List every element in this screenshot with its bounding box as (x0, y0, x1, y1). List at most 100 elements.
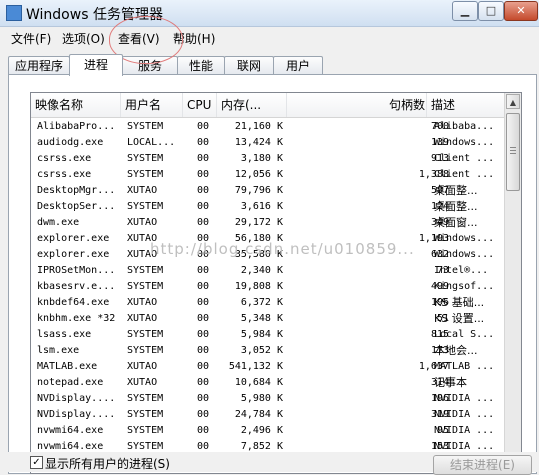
tab-applications[interactable]: 应用程序 (8, 56, 70, 75)
maximize-button[interactable]: □ (478, 1, 504, 21)
process-user: SYSTEM (127, 265, 164, 276)
process-row[interactable]: lsm.exe SYSTEM 00 3,052 K 173 本地会... (31, 343, 506, 359)
process-image-name: nvwmi64.exe (37, 425, 104, 436)
process-user: SYSTEM (127, 329, 164, 340)
process-memory: 35,580 K (234, 249, 283, 260)
process-user: SYSTEM (127, 121, 164, 132)
process-cpu: 00 (196, 393, 210, 404)
process-memory: 2,340 K (240, 265, 283, 276)
process-image-name: explorer.exe (37, 233, 110, 244)
process-cpu: 00 (196, 409, 210, 420)
process-description: NVIDIA ... (434, 409, 495, 420)
menu-options[interactable]: 选项(O) (62, 30, 105, 47)
process-description: Windows... (434, 233, 495, 244)
show-all-users-label[interactable]: 显示所有用户的进程(S) (45, 455, 170, 472)
column-cpu[interactable]: CPU (183, 93, 217, 117)
process-cpu: 00 (196, 377, 210, 388)
process-image-name: DesktopSer... (37, 201, 116, 212)
tab-performance[interactable]: 性能 (177, 56, 225, 75)
process-row[interactable]: NVDisplay.... SYSTEM 00 5,980 K 196 NVIDIA ..… (31, 391, 506, 407)
vertical-scrollbar[interactable]: ▲ ▼ (504, 93, 521, 473)
process-row[interactable]: nvwmi64.exe SYSTEM 00 2,496 K 95 NVIDIA ... (31, 423, 506, 439)
process-user: XUTAO (127, 313, 158, 324)
process-user: XUTAO (127, 249, 158, 260)
process-image-name: dwm.exe (37, 217, 80, 228)
process-memory: 12,056 K (234, 169, 283, 180)
window-title: Windows 任务管理器 (26, 7, 163, 23)
process-cpu: 00 (196, 281, 210, 292)
title-bar: Windows 任务管理器 ▁ □ ✕ (0, 0, 539, 27)
process-rows: AlibabaPro... SYSTEM 00 21,160 K 700 Alibaba.… (31, 119, 506, 455)
process-row[interactable]: kbasesrv.e... SYSTEM 00 19,808 K 499 Kingsof.… (31, 279, 506, 295)
process-memory: 19,808 K (234, 281, 283, 292)
process-row[interactable]: knbhm.exe *32 XUTAO 00 5,348 K 51 KS 设置... (31, 311, 506, 327)
menu-help[interactable]: 帮助(H) (173, 30, 215, 47)
menu-view[interactable]: 查看(V) (118, 30, 160, 47)
column-user-name[interactable]: 用户名 (121, 93, 183, 117)
process-row[interactable]: MATLAB.exe XUTAO 00 541,132 K 1,637 MATLAB ..… (31, 359, 506, 375)
process-description: KS 设置... (434, 312, 485, 325)
process-user: XUTAO (127, 185, 158, 196)
column-description[interactable]: 描述 (427, 93, 506, 117)
process-description: 桌面整... (434, 184, 478, 197)
process-row[interactable]: dwm.exe XUTAO 00 29,172 K 349 桌面窗... (31, 215, 506, 231)
show-all-users-checkbox[interactable]: ✓ (30, 456, 43, 469)
process-row[interactable]: explorer.exe XUTAO 00 35,580 K 632 Windows... (31, 247, 506, 263)
minimize-button[interactable]: ▁ (452, 1, 478, 21)
process-row[interactable]: DesktopSer... SYSTEM 00 3,616 K 124 桌面整... (31, 199, 506, 215)
process-row[interactable]: explorer.exe XUTAO 00 56,180 K 1,193 Windows.… (31, 231, 506, 247)
process-cpu: 00 (196, 121, 210, 132)
column-image-name[interactable]: 映像名称 (31, 93, 121, 117)
process-cpu: 00 (196, 361, 210, 372)
tab-services[interactable]: 服务 (122, 56, 178, 75)
process-row[interactable]: AlibabaPro... SYSTEM 00 21,160 K 700 Alibaba.… (31, 119, 506, 135)
process-description: NVIDIA ... (434, 425, 495, 436)
process-row[interactable]: DesktopMgr... XUTAO 00 79,796 K 587 桌面整... (31, 183, 506, 199)
process-user: XUTAO (127, 377, 158, 388)
process-image-name: kbasesrv.e... (37, 281, 116, 292)
process-image-name: DesktopMgr... (37, 185, 116, 196)
process-cpu: 00 (196, 233, 210, 244)
scroll-up-arrow-icon[interactable]: ▲ (506, 94, 520, 109)
process-memory: 2,496 K (240, 425, 283, 436)
process-cpu: 00 (196, 313, 210, 324)
process-cpu: 00 (196, 329, 210, 340)
menu-file[interactable]: 文件(F) (11, 30, 51, 47)
process-row[interactable]: NVDisplay.... SYSTEM 00 24,784 K 319 NVIDIA .… (31, 407, 506, 423)
tab-networking[interactable]: 联网 (224, 56, 274, 75)
column-memory[interactable]: 内存(... (217, 93, 287, 117)
process-description: Intel®... (434, 265, 489, 276)
column-handles[interactable]: 句柄数 (385, 93, 427, 117)
process-user: XUTAO (127, 297, 158, 308)
process-row[interactable]: csrss.exe SYSTEM 00 12,056 K 1,388 Client ... (31, 167, 506, 183)
tab-processes[interactable]: 进程 (69, 54, 123, 76)
process-row[interactable]: lsass.exe SYSTEM 00 5,984 K 815 Local S... (31, 327, 506, 343)
bottom-bar: ✓ 显示所有用户的进程(S) 结束进程(E) (0, 452, 539, 475)
process-row[interactable]: csrss.exe SYSTEM 00 3,180 K 913 Client ... (31, 151, 506, 167)
process-memory: 29,172 K (234, 217, 283, 228)
process-image-name: lsass.exe (37, 329, 92, 340)
process-row[interactable]: notepad.exe XUTAO 00 10,684 K 314 记事本 (31, 375, 506, 391)
process-description: Alibaba... (434, 121, 495, 132)
process-row[interactable]: knbdef64.exe XUTAO 00 6,372 K 196 KS 基础... (31, 295, 506, 311)
process-memory: 5,984 K (240, 329, 283, 340)
process-memory: 21,160 K (234, 121, 283, 132)
tab-users[interactable]: 用户 (273, 56, 323, 75)
process-image-name: AlibabaPro... (37, 121, 116, 132)
process-memory: 10,684 K (234, 377, 283, 388)
scrollbar-thumb[interactable] (506, 113, 520, 191)
process-row[interactable]: audiodg.exe LOCAL... 00 13,424 K 139 Windows.… (31, 135, 506, 151)
process-user: SYSTEM (127, 153, 164, 164)
process-memory: 24,784 K (234, 409, 283, 420)
process-list[interactable]: 映像名称 用户名 CPU 内存(... 句柄数 描述 AlibabaPro...… (30, 92, 522, 474)
process-row[interactable]: IPROSetMon... SYSTEM 00 2,340 K 73 Intel®... (31, 263, 506, 279)
process-description: Kingsof... (434, 281, 495, 292)
process-cpu: 00 (196, 249, 210, 260)
process-cpu: 00 (196, 425, 210, 436)
process-description: Windows... (434, 249, 495, 260)
process-user: SYSTEM (127, 393, 164, 404)
end-process-button[interactable]: 结束进程(E) (433, 455, 532, 475)
process-description: MATLAB ... (434, 361, 495, 372)
process-description: 记事本 (434, 376, 467, 389)
close-button[interactable]: ✕ (504, 1, 538, 21)
